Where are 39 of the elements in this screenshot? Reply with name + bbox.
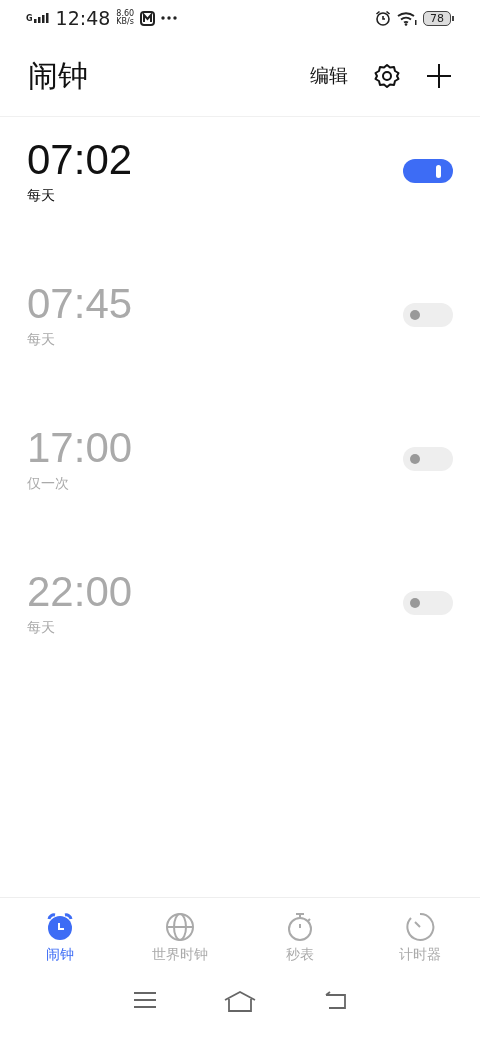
alarm-toggle[interactable]: [403, 447, 453, 471]
tab[interactable]: 世界时钟: [120, 912, 240, 984]
signal-icon: [33, 13, 50, 23]
alarm-time: 07:45: [27, 280, 134, 328]
alarm-toggle[interactable]: [403, 591, 453, 615]
tab[interactable]: 闹钟: [0, 912, 120, 984]
alarm-time: 22:00: [27, 568, 134, 616]
alarm-clock-icon: [45, 912, 75, 942]
more-dots-icon: [161, 16, 178, 20]
settings-icon: [374, 63, 400, 89]
battery-level: 78: [423, 10, 451, 26]
alarm-status-icon: [375, 10, 391, 26]
alarm-toggle[interactable]: [403, 303, 453, 327]
alarm-repeat: 每天: [27, 187, 56, 206]
page-title: 闹钟: [28, 56, 89, 95]
wifi-icon: [397, 10, 417, 26]
network-speed: 8.60: [116, 10, 135, 18]
tab[interactable]: 计时器: [360, 912, 480, 984]
alarm-time: 17:00: [27, 424, 134, 472]
status-time: 12:48: [55, 7, 111, 29]
globe-icon: [165, 912, 195, 942]
home-icon[interactable]: [223, 990, 257, 1012]
speed-unit: KB/s: [116, 18, 135, 26]
alarm-toggle[interactable]: [403, 159, 453, 183]
menu-icon[interactable]: [133, 990, 157, 1010]
add-icon: [426, 63, 452, 89]
alarm-time: 07:02: [27, 136, 134, 184]
back-icon[interactable]: [323, 990, 347, 1010]
alarm-repeat: 每天: [27, 331, 56, 350]
alarm-repeat: 仅一次: [27, 475, 70, 494]
settings-button[interactable]: [374, 63, 400, 89]
network-type: G: [26, 15, 33, 23]
tab[interactable]: 秒表: [240, 912, 360, 984]
app-notification-icon: [140, 10, 156, 26]
stopwatch-icon: [285, 912, 315, 942]
timer-icon: [405, 912, 435, 942]
edit-button[interactable]: 编辑: [310, 63, 348, 89]
alarm-repeat: 每天: [27, 619, 56, 638]
add-button[interactable]: [426, 63, 452, 89]
